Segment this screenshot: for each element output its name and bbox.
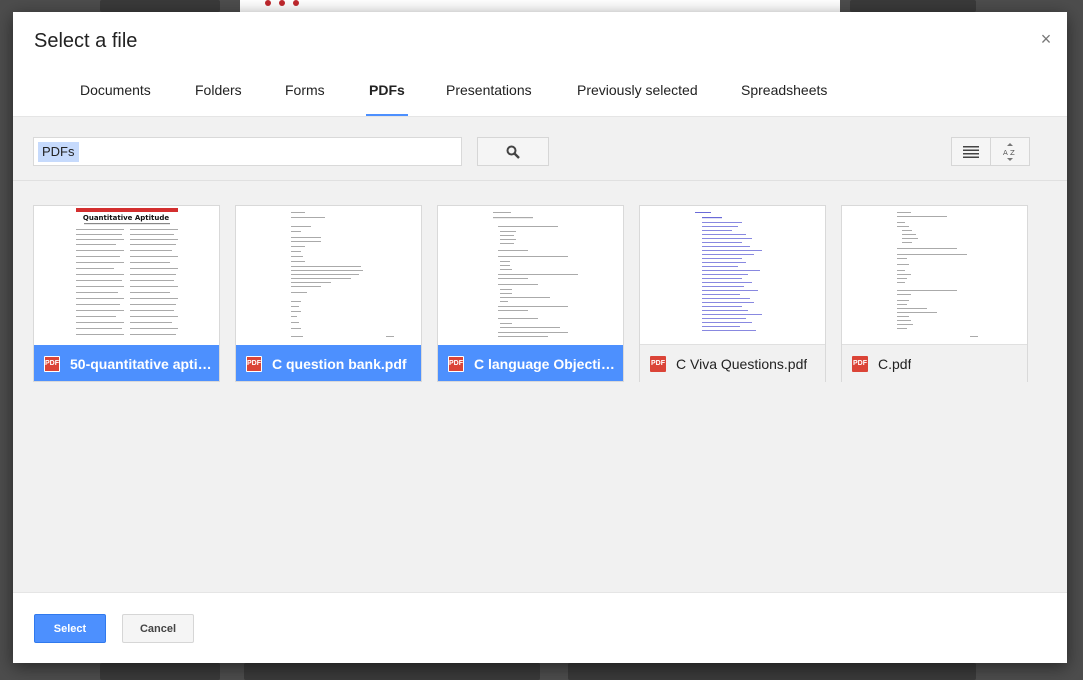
list-view-icon bbox=[963, 145, 979, 158]
svg-text:Z: Z bbox=[1010, 149, 1015, 157]
background-card bbox=[568, 663, 976, 680]
tab-spreadsheets[interactable]: Spreadsheets bbox=[741, 72, 827, 116]
file-label: PDF 50-quantitative aptitud... bbox=[34, 345, 219, 381]
file-tile[interactable]: PDF C language Objective ... bbox=[437, 205, 624, 382]
select-button[interactable]: Select bbox=[34, 614, 106, 643]
background-card bbox=[100, 0, 220, 12]
file-thumbnail bbox=[236, 206, 421, 345]
pdf-icon: PDF bbox=[852, 355, 868, 372]
close-icon[interactable]: × bbox=[1037, 30, 1055, 48]
sort-button[interactable]: A Z bbox=[990, 137, 1030, 166]
toolbar: PDFs A Z bbox=[13, 117, 1067, 181]
file-name: C Viva Questions.pdf bbox=[676, 355, 808, 372]
pdf-icon: PDF bbox=[246, 355, 262, 372]
tab-bar: Documents Folders Forms PDFs Presentatio… bbox=[13, 72, 1067, 116]
file-name: C.pdf bbox=[878, 355, 912, 372]
tab-previously-selected[interactable]: Previously selected bbox=[577, 72, 698, 116]
file-thumbnail: Quantitative Aptitude bbox=[34, 206, 219, 345]
list-view-button[interactable] bbox=[951, 137, 991, 166]
dialog-footer: Select Cancel bbox=[13, 592, 1067, 663]
file-thumbnail bbox=[842, 206, 1027, 345]
file-label: PDF C question bank.pdf bbox=[236, 345, 421, 381]
svg-text:A: A bbox=[1003, 149, 1008, 157]
background-document bbox=[240, 0, 840, 12]
file-label: PDF C.pdf bbox=[842, 345, 1027, 382]
tab-pdfs[interactable]: PDFs bbox=[366, 72, 408, 116]
file-browser: PDFs A Z Quantitative Aptitude PDF 50-qu… bbox=[13, 116, 1067, 592]
background-card bbox=[850, 0, 976, 12]
pdf-icon: PDF bbox=[650, 355, 666, 372]
cancel-button[interactable]: Cancel bbox=[122, 614, 194, 643]
file-thumbnail bbox=[438, 206, 623, 345]
file-tile[interactable]: PDF C Viva Questions.pdf bbox=[639, 205, 826, 382]
file-thumbnail bbox=[640, 206, 825, 345]
background-logo bbox=[265, 0, 299, 6]
tab-folders[interactable]: Folders bbox=[195, 72, 242, 116]
sort-az-icon: A Z bbox=[1003, 142, 1015, 161]
pdf-icon: PDF bbox=[44, 355, 60, 372]
search-input[interactable]: PDFs bbox=[33, 137, 462, 166]
file-tile[interactable]: PDF C question bank.pdf bbox=[235, 205, 422, 382]
tab-presentations[interactable]: Presentations bbox=[446, 72, 532, 116]
file-name: C language Objective ... bbox=[474, 355, 619, 372]
search-filter-chip[interactable]: PDFs bbox=[38, 142, 79, 162]
file-label: PDF C Viva Questions.pdf bbox=[640, 345, 825, 382]
search-icon bbox=[506, 145, 520, 159]
tab-documents[interactable]: Documents bbox=[80, 72, 151, 116]
pdf-icon: PDF bbox=[448, 355, 464, 372]
file-name: C question bank.pdf bbox=[272, 355, 407, 372]
thumbnail-heading: Quantitative Aptitude bbox=[83, 214, 169, 222]
background-card bbox=[244, 663, 540, 680]
file-label: PDF C language Objective ... bbox=[438, 345, 623, 381]
tab-forms[interactable]: Forms bbox=[285, 72, 325, 116]
dialog-title: Select a file bbox=[34, 30, 138, 52]
search-button[interactable] bbox=[477, 137, 549, 166]
file-tile[interactable]: Quantitative Aptitude PDF 50-quantitativ… bbox=[33, 205, 220, 382]
file-name: 50-quantitative aptitud... bbox=[70, 355, 215, 372]
background-card bbox=[100, 663, 220, 680]
file-picker-dialog: Select a file × Documents Folders Forms … bbox=[13, 12, 1067, 663]
file-tile[interactable]: PDF C.pdf bbox=[841, 205, 1028, 382]
